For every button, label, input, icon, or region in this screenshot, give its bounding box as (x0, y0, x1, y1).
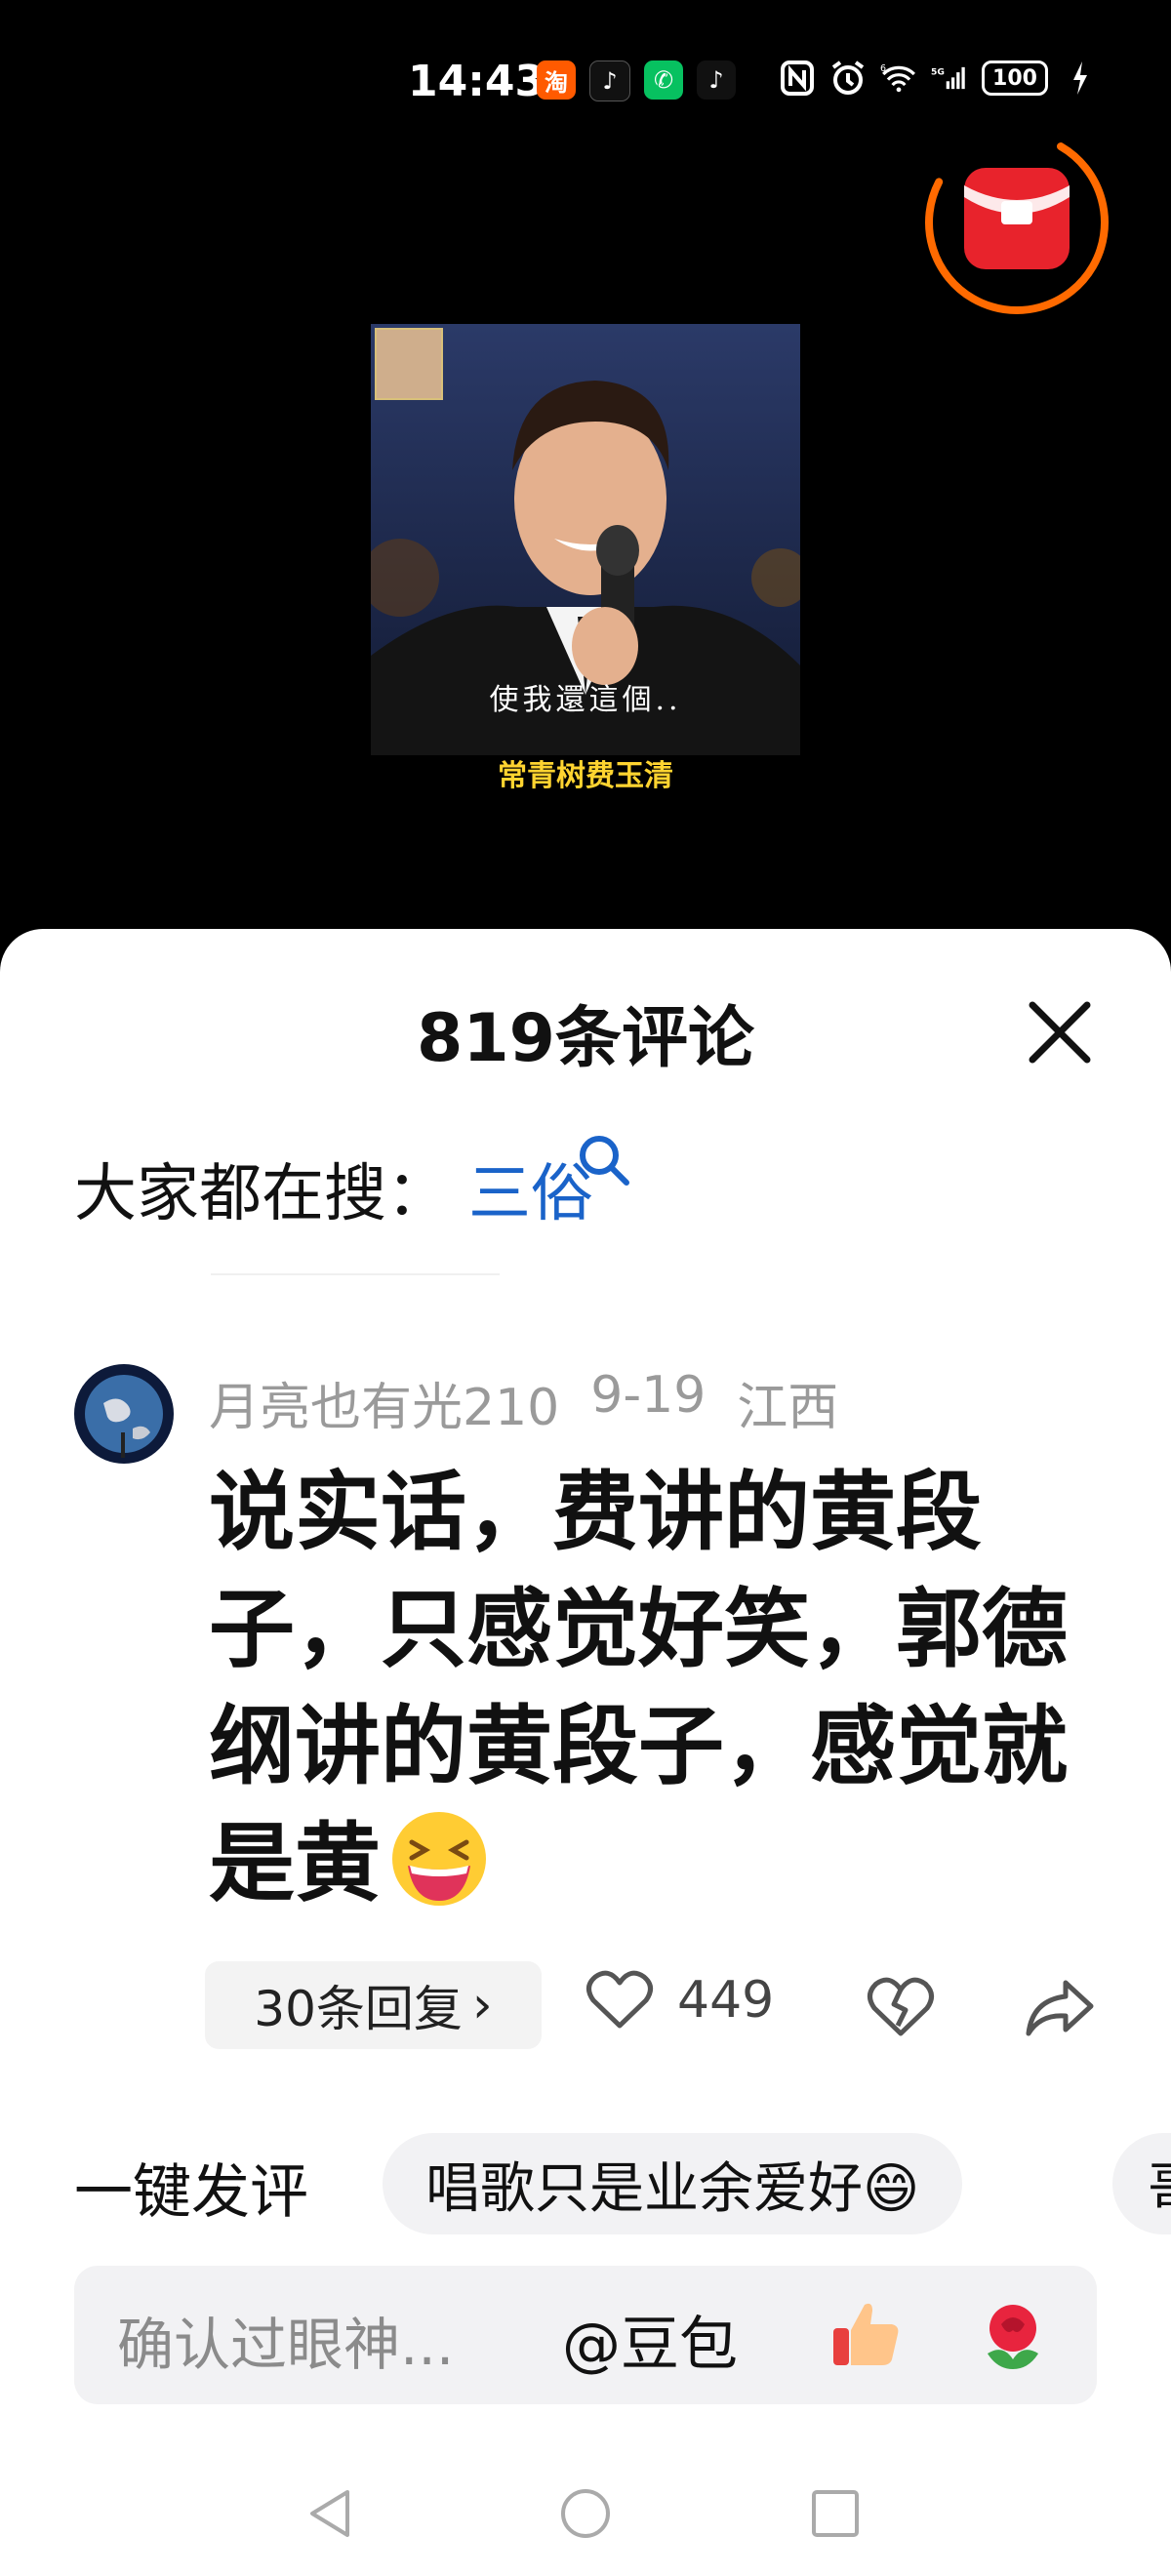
share-button[interactable] (1023, 1973, 1097, 2041)
like-count: 449 (677, 1971, 775, 2030)
like-button[interactable]: 449 (586, 1969, 774, 2032)
avatar[interactable] (74, 1364, 174, 1464)
video-subtitle: 使我還這個.. (489, 683, 682, 717)
back-icon[interactable] (303, 2484, 361, 2543)
rose-emoji-button[interactable] (974, 2295, 1052, 2373)
svg-text:6: 6 (880, 63, 886, 74)
close-button[interactable] (1021, 993, 1099, 1071)
comment-meta: 月亮也有光210 9-19 江西 (209, 1366, 838, 1439)
hot-search-label: 大家都在搜： (74, 1158, 449, 1230)
comment-username[interactable]: 月亮也有光210 (209, 1366, 559, 1439)
earth-avatar-image (74, 1364, 174, 1464)
comments-title: 819条评论 (417, 1000, 754, 1077)
comment-input[interactable]: 确认过眼神... @豆包 (74, 2266, 1097, 2404)
quick-comment-label: 一键发评 (74, 2158, 308, 2227)
home-icon[interactable] (556, 2484, 615, 2543)
close-icon (1029, 1001, 1091, 1064)
divider (211, 1273, 500, 1275)
video-player[interactable]: 使我還這個.. (371, 324, 800, 755)
comment-input-placeholder: 确认过眼神... (117, 2312, 455, 2378)
battery-indicator: 100 (982, 60, 1048, 96)
comment-location: 江西 (737, 1379, 839, 1437)
nfc-icon (779, 59, 816, 98)
view-replies-button[interactable]: 30条回复 › (205, 1961, 542, 2049)
comment-date: 9-19 (590, 1366, 707, 1425)
quick-comment-chip[interactable]: 唱歌只是业余爱好😄 (383, 2133, 963, 2234)
reply-count-label: 30条回复 (254, 1981, 463, 2037)
heart-icon (586, 1970, 653, 2029)
status-time: 14:43 (408, 57, 545, 106)
dislike-button[interactable] (865, 1973, 937, 2041)
broken-heart-icon (868, 1977, 934, 2036)
share-arrow-icon (1026, 1980, 1094, 2036)
alarm-icon (829, 59, 867, 98)
charging-icon (1062, 59, 1099, 98)
cellular-signal-icon: 5G (931, 59, 968, 98)
rose-icon (988, 2305, 1038, 2369)
video-caption: 常青树费玉清 (498, 759, 673, 793)
hot-search[interactable]: 大家都在搜： 三俗 (74, 1144, 593, 1233)
recents-icon[interactable] (806, 2484, 865, 2543)
laughing-emoji-icon (392, 1812, 487, 1906)
tiktok-icon: ♪ (697, 60, 736, 100)
thumbs-up-icon (833, 2303, 899, 2365)
search-icon (580, 1136, 629, 1186)
mention-doubao-button[interactable]: @豆包 (562, 2297, 738, 2382)
comment-body: 说实话，费讲的黄段子，只感觉好笑，郭德纲讲的黄段子，感觉就是黄 (209, 1462, 1069, 1913)
system-nav-bar (0, 2459, 1171, 2576)
status-app-icons: 淘 ♪ ✆ ♪ (537, 60, 736, 101)
wechat-icon: ✆ (644, 60, 683, 100)
comment-text: 说实话，费讲的黄段子，只感觉好笑，郭德纲讲的黄段子，感觉就是黄 (209, 1454, 1087, 1922)
svg-text:5G: 5G (931, 67, 945, 78)
pip-thumbnail (375, 328, 443, 400)
thumbs-up-emoji-button[interactable] (828, 2295, 906, 2373)
red-packet-button[interactable] (919, 125, 1114, 320)
chevron-right-icon: › (471, 1976, 493, 2034)
douyin-lite-icon: ♪ (589, 60, 630, 101)
wifi-icon: 6 (880, 59, 917, 98)
taobao-icon: 淘 (537, 60, 576, 100)
status-system-icons: 6 5G 100 (779, 59, 1099, 98)
